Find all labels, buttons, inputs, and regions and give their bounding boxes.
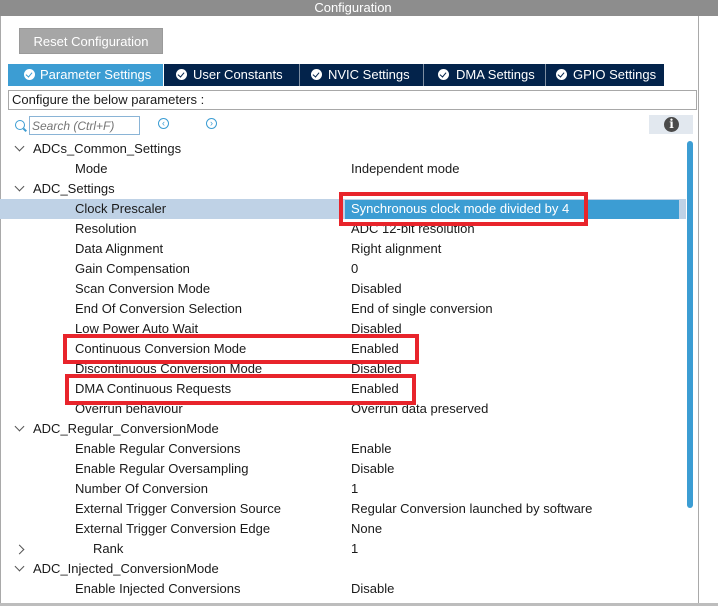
row-value[interactable]: 1 <box>351 539 358 559</box>
row-label: Number Of Conversion <box>75 481 208 496</box>
search-input[interactable] <box>29 116 140 135</box>
chevron-down-icon[interactable] <box>14 181 25 192</box>
check-circle-icon <box>438 69 449 80</box>
parameter-row[interactable]: Number Of Conversion 1 <box>0 479 686 499</box>
row-label: Rank <box>93 541 124 556</box>
parameter-row[interactable]: Enable Injected Conversions Disable <box>0 579 686 599</box>
next-match-icon[interactable]: › <box>206 118 217 129</box>
chevron-down-icon[interactable] <box>14 561 25 572</box>
check-circle-icon <box>24 69 35 80</box>
window-title-bar: Configuration <box>0 0 718 16</box>
row-label: ADC_Injected_ConversionMode <box>33 561 219 576</box>
info-button[interactable]: i <box>649 115 693 134</box>
row-label: Gain Compensation <box>75 261 190 276</box>
tab-label: GPIO Settings <box>573 67 657 82</box>
tree-group-row[interactable]: ADC_Injected_ConversionMode <box>0 559 686 579</box>
row-value[interactable]: Disable <box>351 459 394 479</box>
tab-parameter-settings[interactable]: Parameter Settings <box>8 64 164 86</box>
search-icon <box>15 120 25 130</box>
info-icon: i <box>664 117 679 132</box>
row-label: Mode <box>75 161 108 176</box>
parameter-row[interactable]: External Trigger Conversion Source Regula… <box>0 499 686 519</box>
tab-gpio-settings[interactable]: GPIO Settings <box>546 64 664 86</box>
tab-label: DMA Settings <box>456 67 535 82</box>
parameter-row[interactable]: Enable Regular Oversampling Disable <box>0 459 686 479</box>
row-label: External Trigger Conversion Edge <box>75 521 271 536</box>
row-label: Data Alignment <box>75 241 164 256</box>
parameter-row[interactable]: End Of Conversion Selection End of single… <box>0 299 686 319</box>
tab-user-constants[interactable]: User Constants <box>164 64 300 86</box>
check-circle-icon <box>311 69 322 80</box>
row-label: ADC_Regular_ConversionMode <box>33 421 219 436</box>
tab-label: User Constants <box>193 67 283 82</box>
parameter-row[interactable]: Mode Independent mode <box>0 159 686 179</box>
highlight-box-clock-prescaler <box>339 192 588 226</box>
tree-group-row[interactable]: ADCs_Common_Settings <box>0 139 686 159</box>
window-title: Configuration <box>314 0 392 15</box>
row-value[interactable]: Disabled <box>351 279 402 299</box>
row-label: Scan Conversion Mode <box>75 281 211 296</box>
previous-match-icon[interactable]: ‹ <box>158 118 169 129</box>
tab-dma-settings[interactable]: DMA Settings <box>424 64 546 86</box>
row-label: End Of Conversion Selection <box>75 301 242 316</box>
configure-description: Configure the below parameters : <box>8 90 697 110</box>
highlight-box-continuous-conversion <box>63 334 419 364</box>
tree-subgroup-row[interactable]: Rank 1 <box>0 539 686 559</box>
row-label: Resolution <box>75 221 137 236</box>
tree-group-row[interactable]: ADC_Regular_ConversionMode <box>0 419 686 439</box>
tab-bar: Parameter Settings User Constants NVIC S… <box>8 64 664 86</box>
parameter-row[interactable]: Scan Conversion Mode Disabled <box>0 279 686 299</box>
parameter-row[interactable]: Gain Compensation 0 <box>0 259 686 279</box>
parameter-row[interactable]: Enable Regular Conversions Enable <box>0 439 686 459</box>
row-label: Clock Prescaler <box>75 201 167 216</box>
tab-label: Parameter Settings <box>40 67 152 82</box>
row-value[interactable]: 0 <box>351 259 358 279</box>
row-value[interactable]: 1 <box>351 479 358 499</box>
chevron-down-icon[interactable] <box>14 141 25 152</box>
row-value[interactable]: Disable <box>351 579 394 599</box>
chevron-right-icon[interactable] <box>14 544 25 555</box>
row-label: ADCs_Common_Settings <box>33 141 182 156</box>
tab-nvic-settings[interactable]: NVIC Settings <box>300 64 424 86</box>
row-label: Enable Regular Conversions <box>75 441 241 456</box>
row-value[interactable]: Independent mode <box>351 159 459 179</box>
row-value[interactable]: Enable <box>351 439 391 459</box>
row-value[interactable]: None <box>351 519 382 539</box>
highlight-box-dma-continuous-requests <box>65 374 416 405</box>
row-value[interactable]: Regular Conversion launched by software <box>351 499 592 519</box>
tab-label: NVIC Settings <box>328 67 410 82</box>
parameter-row[interactable]: External Trigger Conversion Edge None <box>0 519 686 539</box>
row-value[interactable]: Right alignment <box>351 239 441 259</box>
row-label: Enable Injected Conversions <box>75 581 241 596</box>
check-circle-icon <box>556 69 567 80</box>
check-circle-icon <box>176 69 187 80</box>
row-label: External Trigger Conversion Source <box>75 501 281 516</box>
row-label: Enable Regular Oversampling <box>75 461 249 476</box>
scrollbar-thumb[interactable] <box>687 141 693 508</box>
row-value[interactable]: End of single conversion <box>351 299 493 319</box>
reset-configuration-button[interactable]: Reset Configuration <box>19 28 163 54</box>
chevron-down-icon[interactable] <box>14 421 25 432</box>
parameter-row[interactable]: Data Alignment Right alignment <box>0 239 686 259</box>
frame-right-border <box>698 16 699 606</box>
row-label: ADC_Settings <box>33 181 115 196</box>
